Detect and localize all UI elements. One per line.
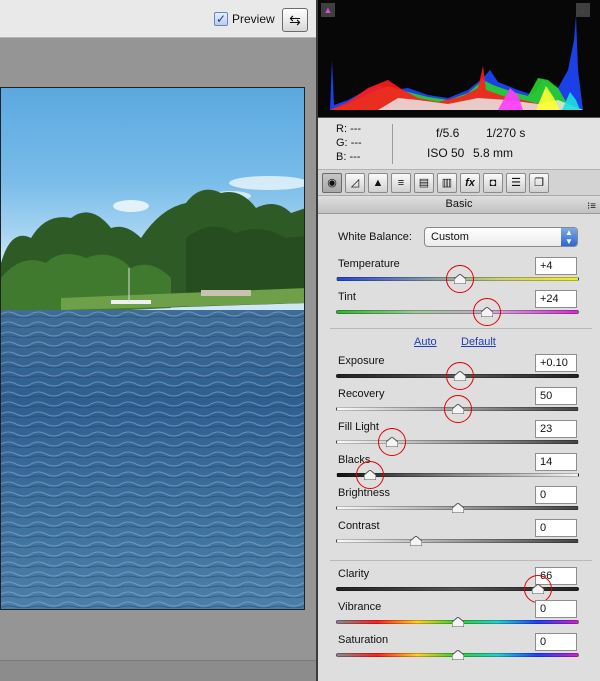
rgb-value: --- [349, 151, 361, 163]
iso: ISO 50 [427, 146, 465, 160]
white-balance-label: White Balance: [338, 231, 412, 243]
focal-length: 5.8 mm [473, 146, 514, 160]
tint-highlight-circle [472, 298, 501, 326]
clarity-highlight-circle [523, 575, 552, 603]
brightness-label: Brightness [338, 487, 390, 499]
panel-title: Basic [445, 198, 473, 210]
preview-area: ✓ Preview ⇆ [0, 0, 316, 681]
vibrance-label: Vibrance [338, 601, 382, 613]
temperature-highlight-circle [445, 265, 474, 293]
tint-slider-track[interactable] [336, 310, 579, 314]
highlight-clipping-warning-icon[interactable]: ▲ [576, 3, 590, 17]
camera-icon[interactable]: ◘ [483, 173, 503, 193]
fill-light-slider-track[interactable] [336, 440, 579, 444]
auto-link[interactable]: Auto [414, 336, 437, 348]
preview-toolbar: ✓ Preview ⇆ [0, 0, 316, 38]
hsl-icon[interactable]: ≡ [391, 173, 411, 193]
fill-light-value-field[interactable]: 23 [535, 420, 577, 438]
blacks-value-field[interactable]: 14 [535, 453, 577, 471]
toggle-fullscreen-button[interactable]: ⇆ [282, 8, 308, 32]
snapshots-icon[interactable]: ❐ [529, 173, 549, 193]
shadow-clipping-warning-icon[interactable]: ▲ [321, 3, 335, 17]
rgb-row-r: R: --- [336, 123, 361, 135]
basic-panel: White Balance: Custom ▲ ▼ Auto Default Te… [318, 214, 600, 681]
fill-light-label: Fill Light [338, 421, 379, 433]
tone-curve-icon[interactable]: ◿ [345, 173, 365, 193]
tint-label: Tint [338, 291, 356, 303]
brightness-value-field[interactable]: 0 [535, 486, 577, 504]
contrast-value-field[interactable]: 0 [535, 519, 577, 537]
clarity-label: Clarity [338, 568, 370, 580]
rgb-value: --- [350, 123, 362, 135]
vibrance-value-field[interactable]: 0 [535, 600, 577, 618]
white-balance-value: Custom [431, 231, 469, 243]
select-arrows-icon: ▲ ▼ [561, 228, 577, 246]
exposure-label: Exposure [338, 355, 385, 367]
fill-light-highlight-circle [377, 428, 406, 456]
recovery-label: Recovery [338, 388, 385, 400]
blacks-highlight-circle [356, 461, 385, 489]
photo-image [1, 176, 304, 609]
section-divider [330, 560, 592, 561]
panel-menu-icon[interactable]: ⁝≡ [587, 198, 596, 215]
rgb-row-b: B: --- [336, 151, 360, 163]
rgb-label: B: [336, 151, 347, 163]
rgb-row-g: G: --- [336, 137, 362, 149]
preview-footer [0, 660, 316, 681]
default-link[interactable]: Default [461, 336, 496, 348]
info-divider [392, 124, 393, 164]
exposure-highlight-circle [445, 362, 474, 390]
fx-icon[interactable]: fx [460, 173, 480, 193]
histogram-graph [330, 15, 583, 110]
saturation-value-field[interactable]: 0 [535, 633, 577, 651]
temperature-value-field[interactable]: +4 [535, 257, 577, 275]
lake-photo [0, 87, 305, 610]
contrast-label: Contrast [338, 520, 380, 532]
rgb-label: G: [336, 137, 348, 149]
panel-header: Basic ⁝≡ [318, 196, 600, 214]
info-readout: R: --- G: --- B: --- f/5.6 1/270 s ISO 5… [318, 118, 600, 170]
saturation-label: Saturation [338, 634, 389, 646]
rgb-value: --- [350, 137, 362, 149]
contrast-slider-track[interactable] [336, 539, 579, 543]
contrast-slider-thumb[interactable] [410, 536, 423, 546]
rgb-label: R: [336, 123, 347, 135]
panel-tabs: ◉ ◿ ▲ ≡ ▤ ▥ fx ◘ ☰ ❐ [318, 170, 600, 196]
tint-value-field[interactable]: +24 [535, 290, 577, 308]
histogram: ▲ ▲ [318, 0, 600, 118]
white-balance-select[interactable]: Custom ▲ ▼ [424, 227, 578, 247]
presets-icon[interactable]: ☰ [506, 173, 526, 193]
recovery-highlight-circle [443, 395, 472, 423]
adjustments-panel: ▲ ▲ R: --- G: --- B: --- f/5.6 1/270 s I… [318, 0, 600, 681]
brightness-slider-thumb[interactable] [451, 503, 464, 513]
shutter-speed: 1/270 s [486, 126, 526, 140]
temperature-label: Temperature [338, 258, 400, 270]
preview-checkbox[interactable]: ✓ [214, 12, 228, 26]
section-divider [330, 328, 592, 329]
aperture: f/5.6 [436, 126, 460, 140]
vibrance-slider-thumb[interactable] [451, 617, 464, 627]
lens-icon[interactable]: ▥ [437, 173, 457, 193]
preview-label: Preview [232, 12, 275, 26]
saturation-slider-thumb[interactable] [451, 650, 464, 660]
exposure-value-field[interactable]: +0.10 [535, 354, 577, 372]
recovery-value-field[interactable]: 50 [535, 387, 577, 405]
aperture-icon[interactable]: ◉ [322, 173, 342, 193]
split-toning-icon[interactable]: ▤ [414, 173, 434, 193]
detail-icon[interactable]: ▲ [368, 173, 388, 193]
